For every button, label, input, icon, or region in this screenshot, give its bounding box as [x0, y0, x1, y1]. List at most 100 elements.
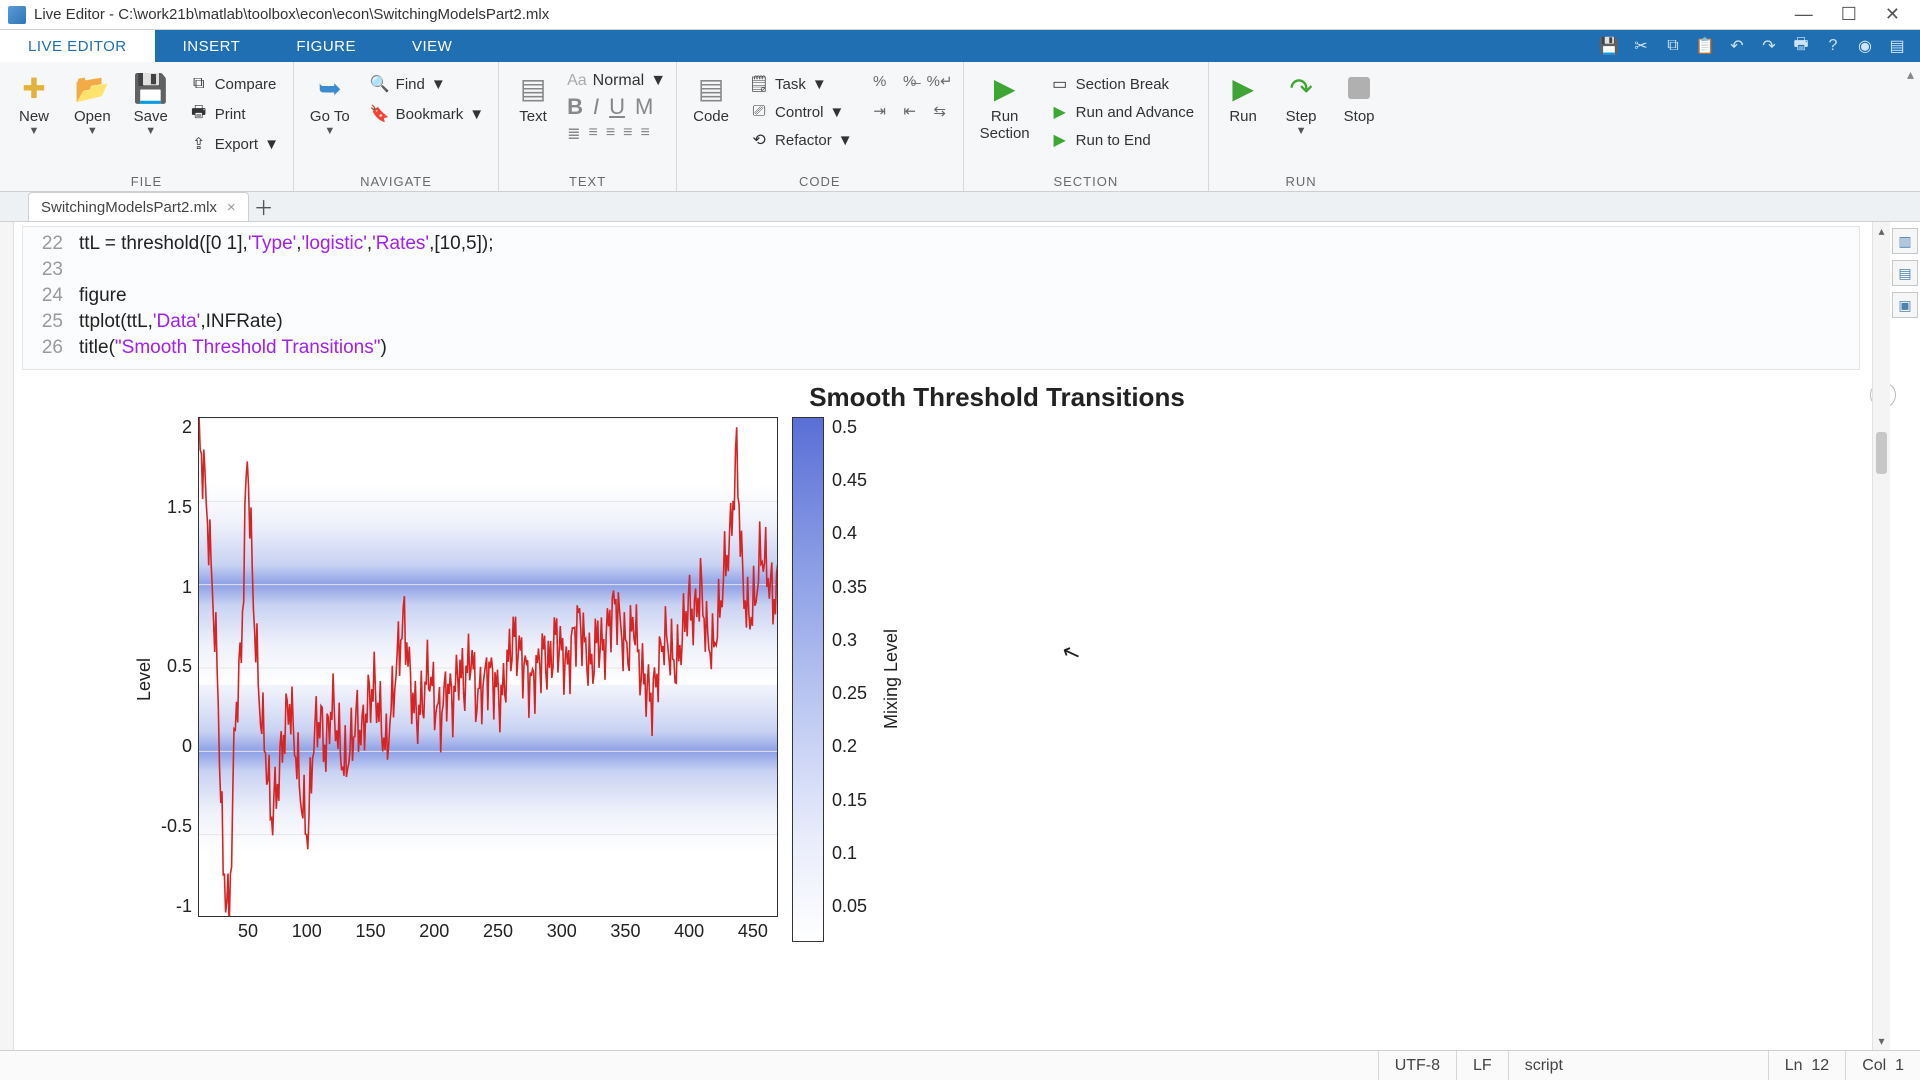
- indent-icon[interactable]: ⇥: [867, 98, 893, 124]
- tab-figure[interactable]: FIGURE: [268, 30, 384, 62]
- status-eol[interactable]: LF: [1456, 1051, 1508, 1080]
- tab-view[interactable]: VIEW: [384, 30, 480, 62]
- task-button[interactable]: 🗒Task ▼: [745, 72, 857, 96]
- document-tab[interactable]: SwitchingModelsPart2.mlx ×: [28, 192, 249, 221]
- run-and-advance-button[interactable]: ▶Run and Advance: [1046, 100, 1198, 124]
- output-right-icon[interactable]: ▥: [1892, 228, 1918, 254]
- minimize-button[interactable]: —: [1795, 4, 1813, 25]
- new-button[interactable]: ✚ New ▼: [10, 68, 58, 139]
- undo-icon[interactable]: ↶: [1726, 35, 1748, 57]
- layout-icon[interactable]: ▤: [1886, 35, 1908, 57]
- collapse-ribbon-icon[interactable]: ▴: [1907, 66, 1914, 83]
- export-button[interactable]: ⇪Export ▼: [185, 132, 283, 156]
- close-button[interactable]: ✕: [1885, 4, 1900, 25]
- run-advance-icon: ▶: [1050, 102, 1070, 122]
- scroll-up-icon[interactable]: ▴: [1873, 222, 1890, 240]
- line-number: 22: [23, 231, 79, 257]
- section-break-icon: ▭: [1050, 74, 1070, 94]
- task-icon: 🗒: [749, 74, 769, 94]
- goto-icon: ➥: [312, 70, 348, 106]
- text-button[interactable]: ▤ Text: [509, 68, 557, 127]
- code-button[interactable]: ▤ Code: [687, 68, 735, 127]
- document-tab-label: SwitchingModelsPart2.mlx: [41, 199, 217, 216]
- underline-button[interactable]: U: [609, 94, 625, 120]
- section-break-button[interactable]: ▭Section Break: [1046, 72, 1198, 96]
- paragraph-style-dropdown[interactable]: Aa Normal ▼: [567, 72, 666, 90]
- cut-icon[interactable]: ✂: [1630, 35, 1652, 57]
- code-block[interactable]: 22ttL = threshold([0 1],'Type','logistic…: [22, 226, 1860, 370]
- align-right-button[interactable]: ≡: [641, 124, 650, 144]
- maximize-button[interactable]: ☐: [1841, 4, 1857, 25]
- numbered-list-button[interactable]: ≡: [588, 124, 597, 144]
- paste-icon[interactable]: 📋: [1694, 35, 1716, 57]
- run-button[interactable]: ▶ Run: [1219, 68, 1267, 127]
- editor-area: 22ttL = threshold([0 1],'Type','logistic…: [0, 222, 1920, 1050]
- save-button[interactable]: 💾 Save ▼: [127, 68, 175, 139]
- run-to-end-button[interactable]: ▶Run to End: [1046, 128, 1198, 152]
- run-to-end-icon: ▶: [1050, 130, 1070, 150]
- output-inline-icon[interactable]: ▤: [1892, 260, 1918, 286]
- bookmark-button[interactable]: 🔖Bookmark ▼: [366, 102, 488, 126]
- print-button[interactable]: 🖶Print: [185, 102, 283, 126]
- italic-button[interactable]: I: [593, 94, 599, 120]
- print-icon[interactable]: 🖶: [1790, 35, 1812, 57]
- goto-button[interactable]: ➥ Go To ▼: [304, 68, 356, 139]
- align-left-button[interactable]: ≡: [606, 124, 615, 144]
- window-title: Live Editor - C:\work21b\matlab\toolbox\…: [34, 6, 1795, 23]
- colorbar: [792, 417, 824, 942]
- group-label-code: CODE: [687, 172, 953, 189]
- align-center-button[interactable]: ≡: [623, 124, 632, 144]
- uncomment-icon[interactable]: %̶: [897, 68, 923, 94]
- find-button[interactable]: 🔍Find ▼: [366, 72, 488, 96]
- group-label-file: FILE: [10, 172, 283, 189]
- ribbon: ▴ ✚ New ▼ 📂 Open ▼ 💾 Save ▼: [0, 62, 1920, 192]
- save-disk-icon: 💾: [133, 70, 169, 106]
- y-ticks: 2 1.5 1 0.5 0 -0.5 -1: [161, 417, 198, 917]
- vertical-scrollbar[interactable]: ▴ ▾: [1872, 222, 1890, 1050]
- save-icon[interactable]: 💾: [1598, 35, 1620, 57]
- step-button[interactable]: ↷ Step ▼: [1277, 68, 1325, 139]
- document-body[interactable]: 22ttL = threshold([0 1],'Type','logistic…: [14, 222, 1920, 1050]
- copy-icon[interactable]: ⧉: [1662, 35, 1684, 57]
- axes[interactable]: 50 100 150 200 250 300 350 400 450: [198, 417, 778, 942]
- bulleted-list-button[interactable]: ≣: [567, 124, 580, 144]
- print-icon2: 🖶: [189, 104, 209, 124]
- new-tab-button[interactable]: ＋: [249, 192, 279, 221]
- refactor-button[interactable]: ⟲Refactor ▼: [745, 128, 857, 152]
- line-number: 26: [23, 335, 79, 361]
- tab-live-editor[interactable]: LIVE EDITOR: [0, 30, 155, 62]
- statusbar: UTF-8 LF script Ln 12 Col 1: [0, 1050, 1920, 1080]
- output-hidden-icon[interactable]: ▣: [1892, 292, 1918, 318]
- line-number: 24: [23, 283, 79, 309]
- bold-button[interactable]: B: [567, 94, 583, 120]
- close-tab-icon[interactable]: ×: [227, 199, 236, 216]
- run-section-button[interactable]: ▶ Run Section: [974, 68, 1036, 144]
- smart-indent-icon[interactable]: ⇆: [927, 98, 953, 124]
- status-col[interactable]: Col 1: [1845, 1051, 1920, 1080]
- scroll-thumb[interactable]: [1876, 432, 1887, 474]
- outdent-icon[interactable]: ⇤: [897, 98, 923, 124]
- figure-output[interactable]: ↗ Smooth Threshold Transitions Level 2 1…: [134, 382, 1860, 942]
- group-navigate: ➥ Go To ▼ 🔍Find ▼ 🔖Bookmark ▼ NAVIGATE: [294, 62, 499, 191]
- monospace-button[interactable]: M: [635, 94, 653, 120]
- new-icon: ✚: [16, 70, 52, 106]
- stop-button[interactable]: Stop: [1335, 68, 1383, 127]
- control-button[interactable]: ⎚Control ▼: [745, 100, 857, 124]
- compare-button[interactable]: ⧉Compare: [185, 72, 283, 96]
- group-run: ▶ Run ↷ Step ▼ Stop RUN: [1209, 62, 1393, 191]
- group-section: ▶ Run Section ▭Section Break ▶Run and Ad…: [964, 62, 1209, 191]
- toolstrip-tabs: LIVE EDITOR INSERT FIGURE VIEW 💾 ✂ ⧉ 📋 ↶…: [0, 30, 1920, 62]
- scroll-down-icon[interactable]: ▾: [1873, 1032, 1890, 1050]
- status-filetype[interactable]: script: [1508, 1051, 1768, 1080]
- status-encoding[interactable]: UTF-8: [1378, 1051, 1456, 1080]
- wrap-comment-icon[interactable]: %↵: [927, 68, 953, 94]
- comment-percent-icon[interactable]: %: [867, 68, 893, 94]
- help-icon[interactable]: ?: [1822, 35, 1844, 57]
- open-button[interactable]: 📂 Open ▼: [68, 68, 117, 139]
- status-line[interactable]: Ln 12: [1768, 1051, 1845, 1080]
- tab-insert[interactable]: INSERT: [155, 30, 269, 62]
- find-icon: 🔍: [370, 74, 390, 94]
- section-gutter[interactable]: [0, 222, 14, 1050]
- addons-icon[interactable]: ◉: [1854, 35, 1876, 57]
- redo-icon[interactable]: ↷: [1758, 35, 1780, 57]
